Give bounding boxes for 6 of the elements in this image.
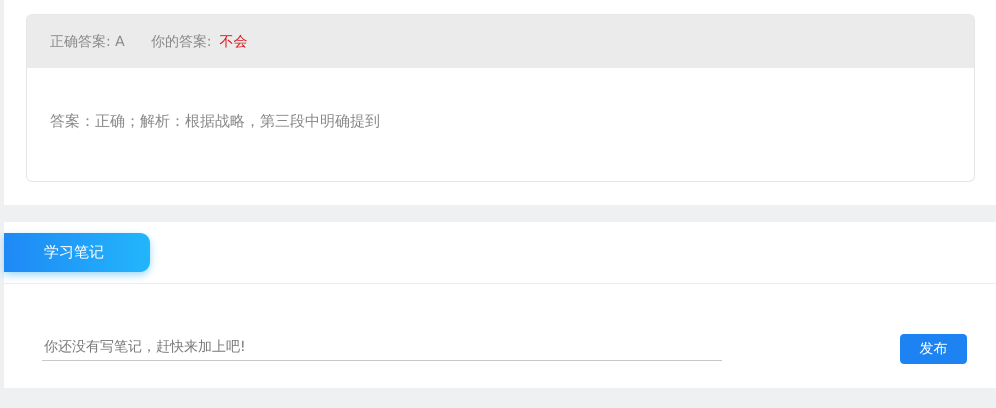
notes-tab[interactable]: 学习笔记 <box>4 233 150 272</box>
explanation-text: 答案：正确；解析：根据战略，第三段中明确提到 <box>50 112 380 130</box>
correct-answer: 正确答案: A <box>50 32 125 50</box>
your-answer: 不会 <box>219 32 248 50</box>
publish-button[interactable]: 发布 <box>900 334 967 364</box>
your-answer-label: 你的答案: <box>150 32 212 50</box>
